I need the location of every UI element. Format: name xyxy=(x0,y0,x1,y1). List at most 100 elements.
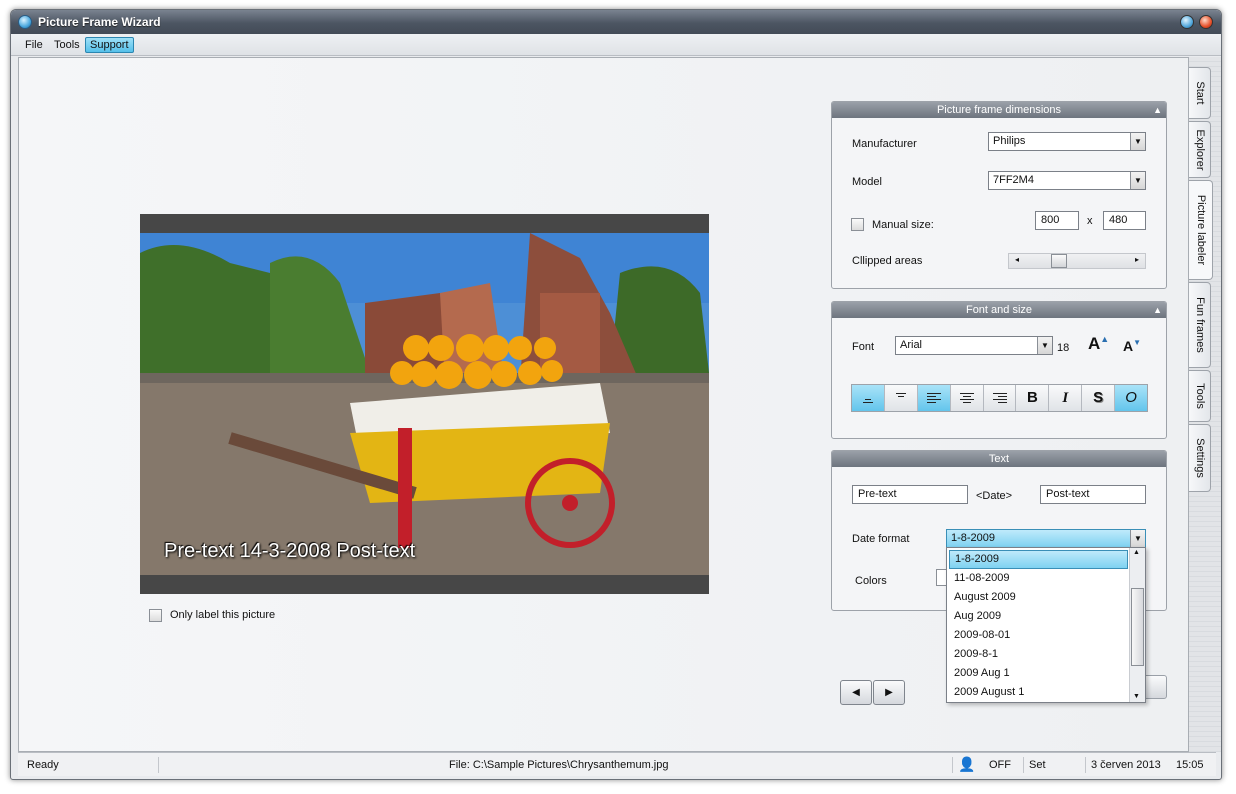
dropdown-option[interactable]: 2009-8-1 xyxy=(949,645,1128,664)
dimensions-group: Picture frame dimensions ▲ Manufacturer P… xyxy=(831,101,1167,289)
only-label-checkbox[interactable] xyxy=(149,609,162,622)
status-ready: Ready xyxy=(27,759,59,771)
text-header[interactable]: Text xyxy=(832,451,1166,467)
tab-start[interactable]: Start xyxy=(1189,67,1211,119)
status-file: File: C:\Sample Pictures\Chrysanthemum.j… xyxy=(449,759,669,771)
slider-thumb[interactable] xyxy=(1051,254,1067,268)
dropdown-option[interactable]: August 2009 xyxy=(949,588,1128,607)
status-divider xyxy=(1085,757,1086,773)
decrease-font-icon[interactable]: A▼ xyxy=(1123,338,1141,354)
status-set: Set xyxy=(1029,759,1046,771)
collapse-icon[interactable]: ▲ xyxy=(1153,302,1162,318)
previous-button[interactable]: ◀ xyxy=(840,680,872,705)
status-bar: Ready File: C:\Sample Pictures\Chrysanth… xyxy=(18,752,1216,776)
align-left-icon xyxy=(926,392,941,404)
manual-size-checkbox[interactable] xyxy=(851,218,864,231)
menu-tools[interactable]: Tools xyxy=(50,37,84,53)
dropdown-option[interactable]: 2009 August 1 xyxy=(949,683,1128,702)
dimensions-header[interactable]: Picture frame dimensions ▲ xyxy=(832,102,1166,118)
clipped-areas-label: Cllipped areas xyxy=(852,255,923,267)
only-label-text: Only label this picture xyxy=(170,609,276,621)
align-top-button[interactable] xyxy=(884,385,918,411)
date-format-dropdown[interactable]: 1-8-2009 11-08-2009 August 2009 Aug 2009… xyxy=(946,547,1146,703)
font-label: Font xyxy=(852,341,875,353)
vertical-tab-strip: Start Explorer Picture labeler Fun frame… xyxy=(1189,57,1221,752)
status-divider xyxy=(952,757,953,773)
chevron-down-icon[interactable]: ▼ xyxy=(1037,337,1052,354)
status-time: 15:05 xyxy=(1176,759,1204,771)
frame-band-bottom xyxy=(140,575,709,594)
tab-explorer[interactable]: Explorer xyxy=(1189,121,1211,178)
chevron-down-icon[interactable]: ▼ xyxy=(1130,133,1145,150)
dropdown-option[interactable]: Aug 2009 xyxy=(949,607,1128,626)
tab-settings[interactable]: Settings xyxy=(1189,424,1211,492)
arrow-right-icon[interactable]: ▸ xyxy=(1135,255,1139,264)
status-divider xyxy=(1023,757,1024,773)
status-date: 3 červen 2013 xyxy=(1091,759,1161,771)
chevron-down-icon[interactable]: ▼ xyxy=(1130,530,1145,547)
menu-file[interactable]: File xyxy=(21,37,47,53)
tab-fun-frames[interactable]: Fun frames xyxy=(1189,282,1211,368)
date-format-select[interactable]: 1-8-2009 ▼ xyxy=(946,529,1146,548)
manufacturer-select[interactable]: Philips ▼ xyxy=(988,132,1146,151)
arrow-left-icon[interactable]: ◂ xyxy=(1015,255,1019,264)
post-text-input[interactable]: Post-text xyxy=(1040,485,1146,504)
chevron-up-icon[interactable]: ▲ xyxy=(1133,549,1140,556)
font-header[interactable]: Font and size ▲ xyxy=(832,302,1166,318)
picture-preview[interactable]: Pre-text 14-3-2008 Post-text xyxy=(140,214,709,594)
dropdown-option[interactable]: 2009 Aug 1 xyxy=(949,664,1128,683)
title-bar[interactable]: Picture Frame Wizard xyxy=(11,10,1221,34)
model-label: Model xyxy=(852,176,882,188)
tab-tools[interactable]: Tools xyxy=(1189,370,1211,422)
tab-picture-labeler[interactable]: Picture labeler xyxy=(1189,180,1213,280)
status-off: OFF xyxy=(989,759,1011,771)
increase-font-icon[interactable]: A▲ xyxy=(1088,334,1109,354)
scrollbar-thumb[interactable] xyxy=(1131,588,1144,666)
dropdown-option[interactable]: 1-8-2009 xyxy=(949,550,1128,569)
chevron-down-icon[interactable]: ▼ xyxy=(1130,172,1145,189)
bold-button[interactable]: B xyxy=(1016,385,1050,411)
window-title: Picture Frame Wizard xyxy=(38,15,161,29)
menu-support[interactable]: Support xyxy=(85,37,134,53)
colors-label: Colors xyxy=(855,575,887,587)
clipped-areas-slider[interactable]: ◂ ▸ xyxy=(1008,253,1146,269)
height-input[interactable]: 480 xyxy=(1103,211,1146,230)
align-center-icon xyxy=(959,392,974,404)
outline-button[interactable]: O xyxy=(1115,385,1148,411)
photo-image xyxy=(140,233,709,575)
align-right-icon xyxy=(992,392,1007,404)
align-center-button[interactable] xyxy=(950,385,984,411)
date-format-label: Date format xyxy=(852,533,910,545)
dropdown-option[interactable]: 11-08-2009 xyxy=(949,569,1128,588)
picture-label-text: Pre-text 14-3-2008 Post-text xyxy=(164,540,416,562)
align-bottom-button[interactable] xyxy=(852,385,885,411)
chevron-down-icon[interactable]: ▼ xyxy=(1133,693,1140,700)
manufacturer-label: Manufacturer xyxy=(852,138,917,150)
align-right-button[interactable] xyxy=(983,385,1017,411)
app-icon xyxy=(18,15,32,29)
frame-band-top xyxy=(140,214,709,233)
dropdown-option[interactable]: 2009-08-01 xyxy=(949,626,1128,645)
font-size-value: 18 xyxy=(1057,342,1070,354)
manual-size-label: Manual size: xyxy=(872,219,934,231)
status-divider xyxy=(158,757,159,773)
collapse-icon[interactable]: ▲ xyxy=(1153,102,1162,118)
shadow-button[interactable]: S xyxy=(1082,385,1116,411)
next-button[interactable]: ▶ xyxy=(873,680,905,705)
minimize-button[interactable] xyxy=(1180,15,1194,29)
date-tag: <Date> xyxy=(976,490,1013,502)
align-top-icon xyxy=(894,392,908,404)
width-input[interactable]: 800 xyxy=(1035,211,1079,230)
size-x-label: x xyxy=(1087,215,1093,227)
user-icon: 👤 xyxy=(958,756,976,772)
menu-bar: File Tools Support xyxy=(11,34,1221,56)
align-bottom-icon xyxy=(861,392,875,404)
font-select[interactable]: Arial ▼ xyxy=(895,336,1053,355)
italic-button[interactable]: I xyxy=(1049,385,1083,411)
pre-text-input[interactable]: Pre-text xyxy=(852,485,968,504)
align-left-button[interactable] xyxy=(917,385,951,411)
model-select[interactable]: 7FF2M4 ▼ xyxy=(988,171,1146,190)
formatting-toolbar: B I S O xyxy=(851,384,1148,412)
close-button[interactable] xyxy=(1199,15,1213,29)
dropdown-scrollbar[interactable]: ▲ ▼ xyxy=(1129,548,1145,702)
